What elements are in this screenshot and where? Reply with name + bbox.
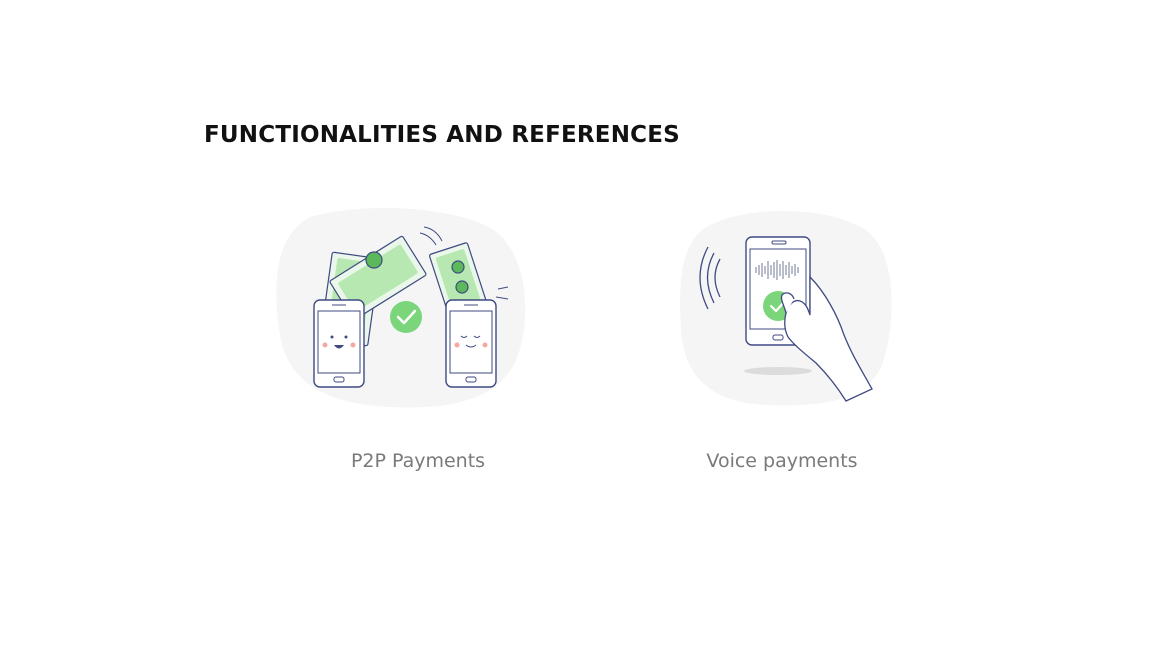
p2p-payment-icon (276, 207, 526, 408)
feature-label: Voice payments (706, 450, 858, 472)
phone-left-icon (313, 299, 365, 388)
feature-p2p-payments: P2P Payments (270, 205, 540, 472)
check-icon (390, 301, 422, 333)
feature-voice-payments: Voice payments (676, 205, 896, 472)
phone-right-icon (445, 299, 497, 388)
feature-label: P2P Payments (350, 450, 486, 472)
phone-shadow (744, 367, 812, 375)
voice-payment-icon (680, 210, 892, 406)
page-title: FUNCTIONALITIES AND REFERENCES (204, 122, 680, 148)
